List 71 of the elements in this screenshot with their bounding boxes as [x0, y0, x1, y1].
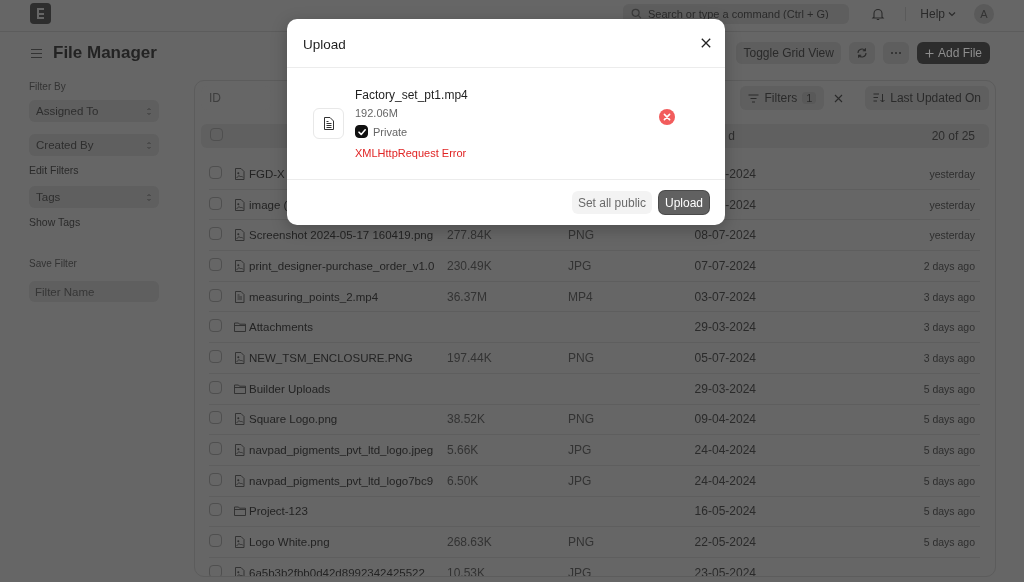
plus-icon: [924, 48, 934, 58]
file-name: navpad_pigments_pvt_ltd_logo7bc9: [249, 474, 434, 487]
relative-time: yesterday: [929, 229, 976, 242]
modified-date: 24-04-2024: [694, 443, 756, 458]
modified-date: 16-05-2024: [694, 504, 756, 519]
document-icon: [322, 117, 335, 130]
page-title: File Manager: [53, 43, 157, 63]
search-icon: [631, 8, 642, 19]
image-file-icon: [234, 444, 246, 457]
modified-date: 23-05-2024: [694, 565, 756, 576]
folder-icon: [234, 505, 246, 518]
image-file-icon: [234, 413, 246, 426]
file-name: FGD-X: [249, 167, 285, 180]
refresh-button[interactable]: [848, 42, 875, 64]
file-name: Project-123: [249, 505, 308, 518]
file-name: Attachments: [249, 321, 313, 334]
modified-date: 07-07-2024: [694, 258, 756, 273]
file-name: Square Logo.png: [249, 413, 338, 426]
file-name: Builder Uploads: [249, 382, 331, 395]
modified-date: 24-04-2024: [694, 473, 756, 488]
image-file-icon: [234, 229, 246, 242]
image-file-icon: [234, 167, 246, 180]
edit-filters-link[interactable]: Edit Filters: [29, 164, 159, 176]
file-name: NEW_TSM_ENCLOSURE.PNG: [249, 351, 413, 364]
modified-date: 22-05-2024: [694, 535, 756, 550]
relative-time: yesterday: [929, 167, 976, 180]
more-button[interactable]: [882, 42, 909, 64]
folder-icon: [234, 382, 246, 395]
modified-date: 09-04-2024: [694, 412, 756, 427]
show-tags-link[interactable]: Show Tags: [29, 216, 159, 228]
add-file-button[interactable]: Add File: [916, 42, 990, 64]
chevron-down-icon: [948, 10, 956, 17]
image-file-icon: [234, 259, 246, 272]
file-name: Factory_set_pt1.mp4: [355, 88, 468, 102]
dialog-title: Upload: [303, 36, 346, 52]
image-file-icon: [234, 198, 246, 211]
file-size: 192.06M: [355, 107, 399, 119]
menu-icon[interactable]: [30, 47, 43, 59]
set-all-public-button[interactable]: Set all public: [571, 191, 652, 214]
help-menu[interactable]: Help: [905, 6, 956, 21]
modified-date: 03-07-2024: [694, 289, 756, 304]
file-name: Logo White.png: [249, 536, 330, 549]
error-message: XMLHttpRequest Error: [355, 147, 468, 159]
modified-date: -2024: [724, 166, 756, 181]
logo-icon[interactable]: [30, 3, 51, 24]
image-file-icon: [234, 474, 246, 487]
check-icon: [356, 126, 367, 137]
upload-button[interactable]: Upload: [658, 191, 709, 214]
remove-icon[interactable]: [659, 109, 675, 125]
private-label: Private: [373, 125, 408, 138]
file-name: image (: [249, 198, 288, 211]
modified-date: 29-03-2024: [694, 320, 756, 335]
image-file-icon: [234, 536, 246, 549]
document-icon: [234, 290, 246, 303]
checkbox[interactable]: [355, 125, 368, 138]
image-file-icon: [234, 351, 246, 364]
refresh-icon: [855, 47, 868, 59]
file-name: navpad_pigments_pvt_ltd_logo.jpeg: [249, 444, 434, 457]
file-name: Screenshot 2024-05-17 160419.png: [249, 229, 434, 242]
file-name: measuring_points_2.mp4: [249, 290, 379, 303]
file-name: print_designer-purchase_order_v1.0: [249, 259, 435, 272]
bell-icon[interactable]: [871, 6, 886, 21]
filter-icon: [748, 93, 760, 103]
close-icon: [701, 38, 711, 48]
relative-time: yesterday: [929, 198, 976, 211]
folder-icon: [234, 321, 246, 334]
image-file-icon: [234, 566, 246, 576]
sort-icon: [873, 93, 886, 103]
modified-date: 08-07-2024: [694, 228, 756, 243]
modified-date: 29-03-2024: [694, 381, 756, 396]
modified-date: 05-07-2024: [694, 350, 756, 365]
